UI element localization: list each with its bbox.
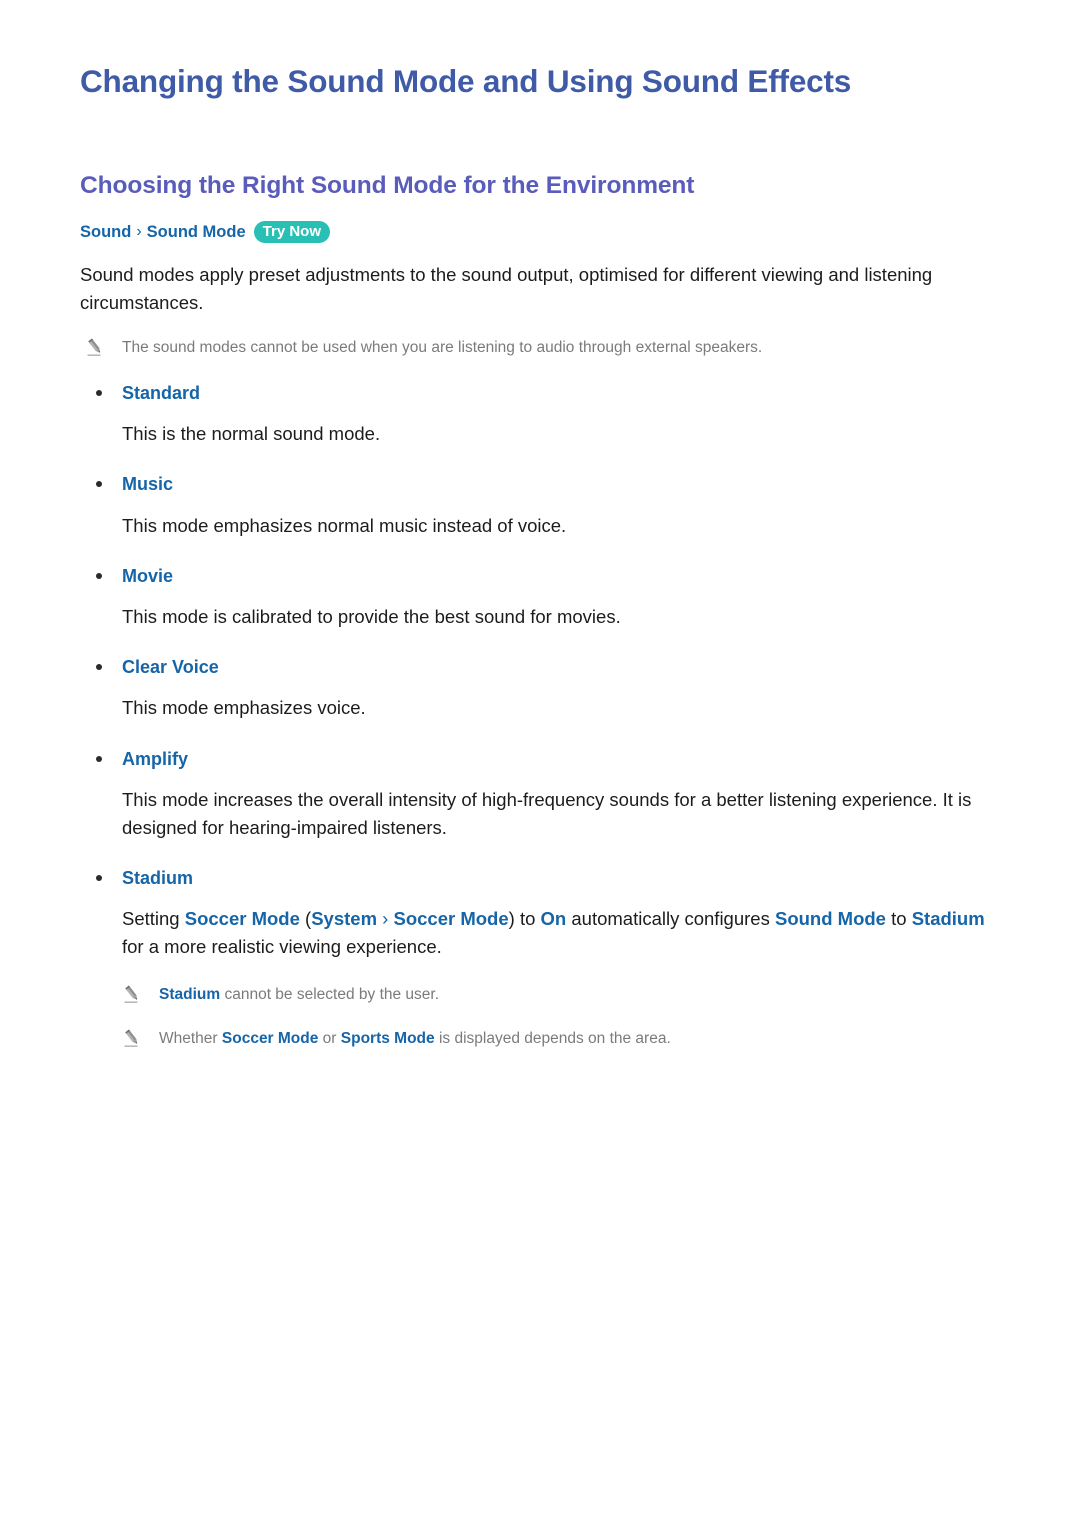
link-stadium-note[interactable]: Stadium	[159, 986, 220, 1003]
list-item-music: Music This mode emphasizes normal music …	[80, 472, 1000, 539]
sound-mode-description-stadium: Setting Soccer Mode (System › Soccer Mod…	[80, 905, 1000, 961]
chevron-right-icon: ›	[136, 223, 142, 241]
sound-mode-description-standard: This is the normal sound mode.	[122, 423, 381, 445]
sound-mode-description-music: This mode emphasizes normal music instea…	[122, 514, 567, 536]
link-soccer-mode-2[interactable]: Soccer Mode	[394, 908, 509, 929]
sound-mode-list: Standard This is the normal sound mode. …	[80, 381, 1000, 1050]
link-soccer-mode[interactable]: Soccer Mode	[185, 908, 300, 929]
intro-note: The sound modes cannot be used when you …	[80, 336, 992, 359]
intro-paragraph: Sound modes apply preset adjustments to …	[80, 263, 933, 314]
sound-mode-description-movie: This mode is calibrated to provide the b…	[122, 605, 621, 627]
sound-mode-description-clear-voice: This mode emphasizes voice.	[122, 697, 366, 719]
list-item-movie: Movie This mode is calibrated to provide…	[80, 564, 1000, 631]
section-heading: Choosing the Right Sound Mode for the En…	[80, 172, 695, 200]
page-content: Changing the Sound Mode and Using Sound …	[80, 62, 1000, 1050]
stadium-note-2-mid: or	[318, 1029, 341, 1047]
bullet-dot-icon	[96, 875, 102, 882]
text-close-paren: ) to	[508, 908, 541, 930]
breadcrumb-item-sound[interactable]: Sound	[80, 221, 131, 244]
sound-mode-label-amplify: Amplify	[80, 747, 1000, 771]
sound-mode-label-standard: Standard	[80, 381, 1000, 405]
stadium-note-2-pre: Whether	[159, 1029, 222, 1047]
label-text: Amplify	[122, 748, 189, 769]
document-page: Changing the Sound Mode and Using Sound …	[0, 0, 1080, 1527]
bullet-dot-icon	[96, 481, 102, 488]
label-text: Standard	[122, 382, 201, 403]
stadium-note-2-post: is displayed depends on the area.	[434, 1029, 671, 1047]
sound-mode-label-movie: Movie	[80, 564, 1000, 588]
link-on[interactable]: On	[541, 908, 567, 929]
label-text: Movie	[122, 565, 174, 586]
link-system[interactable]: System	[311, 908, 377, 929]
link-sound-mode[interactable]: Sound Mode	[775, 908, 886, 929]
text-setting: Setting	[122, 908, 185, 930]
link-sports-mode-note[interactable]: Sports Mode	[341, 1030, 435, 1047]
breadcrumb: Sound › Sound Mode Try Now	[80, 221, 1000, 244]
text-configures: automatically configures	[566, 908, 775, 930]
stadium-note-1: Stadium cannot be selected by the user.	[117, 983, 1000, 1006]
text-open-paren: (	[299, 908, 312, 930]
try-now-badge[interactable]: Try Now	[253, 221, 330, 244]
list-item-clear-voice: Clear Voice This mode emphasizes voice.	[80, 655, 1000, 722]
list-item-stadium: Stadium Setting Soccer Mode (System › So…	[80, 866, 1000, 1050]
page-title: Changing the Sound Mode and Using Sound …	[80, 63, 852, 99]
breadcrumb-item-sound-mode[interactable]: Sound Mode	[147, 221, 246, 244]
list-item-standard: Standard This is the normal sound mode.	[80, 381, 1000, 448]
pencil-icon	[123, 984, 141, 1004]
link-stadium[interactable]: Stadium	[912, 908, 985, 929]
sound-mode-description-amplify: This mode increases the overall intensit…	[122, 788, 972, 838]
bullet-dot-icon	[96, 572, 102, 579]
pencil-icon	[86, 337, 104, 357]
bullet-dot-icon	[96, 389, 102, 396]
sound-mode-label-stadium: Stadium	[80, 866, 1000, 890]
link-soccer-mode-note[interactable]: Soccer Mode	[222, 1030, 318, 1047]
sound-mode-label-music: Music	[80, 472, 1000, 496]
sound-mode-label-clear-voice: Clear Voice	[80, 655, 1000, 679]
bullet-dot-icon	[96, 664, 102, 671]
text-tail: for a more realistic viewing experience.	[122, 936, 442, 958]
stadium-note-2: Whether Soccer Mode or Sports Mode is di…	[117, 1027, 1000, 1050]
chevron-right-icon: ›	[377, 908, 394, 930]
list-item-amplify: Amplify This mode increases the overall …	[80, 747, 1000, 843]
label-text: Music	[122, 474, 174, 495]
label-text: Clear Voice	[122, 657, 219, 678]
stadium-note-1-text: cannot be selected by the user.	[220, 985, 440, 1003]
text-to: to	[885, 908, 912, 930]
intro-note-text: The sound modes cannot be used when you …	[122, 338, 763, 356]
label-text: Stadium	[122, 868, 194, 889]
bullet-dot-icon	[96, 755, 102, 762]
pencil-icon	[123, 1028, 141, 1048]
